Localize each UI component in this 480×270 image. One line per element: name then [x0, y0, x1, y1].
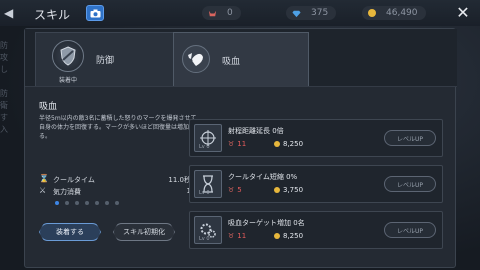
upgrade-cost-coin-value: 3,750	[283, 186, 304, 194]
upgrade-cost-helmet-value: 11	[237, 140, 247, 148]
blood-drain-icon	[188, 53, 203, 66]
stat-cooltime-label: クールタイム	[53, 176, 95, 184]
stat-cooltime: ⌛ クールタイム 11.0秒	[39, 174, 191, 184]
skill-name: 吸血	[39, 102, 58, 112]
reset-skill-button[interactable]: スキル初期化	[113, 223, 175, 241]
horned-helmet-icon	[208, 10, 217, 16]
hourglass-icon: ⌛	[39, 174, 49, 183]
upgrade-cost-coin: 8,250	[274, 140, 303, 148]
upgrade-level: Lv 0	[199, 144, 210, 150]
coin-icon	[274, 187, 280, 193]
upgrade-cost-helmet-value: 11	[237, 232, 247, 240]
skill-description: 半径5m以内の敵3名に蓄積した怒りのマークを爆発させて自身の体力を回復する。マー…	[39, 115, 197, 140]
upgrade-row: Lv 0 クールタイム短縮 0% ♉ 5 3,750 レベルUP	[189, 165, 443, 203]
upgrade-icon-box: Lv 0	[194, 216, 222, 244]
stat-cooltime-value: 11.0秒	[168, 176, 191, 184]
upgrade-cost-coin-value: 8,250	[283, 232, 304, 240]
pager-dot[interactable]	[95, 201, 99, 205]
equipped-status: 装着中	[58, 77, 77, 84]
pager-dot[interactable]	[85, 201, 89, 205]
close-icon[interactable]: ✕	[456, 5, 470, 21]
crossed-swords-icon: ⚔	[39, 186, 47, 195]
upgrade-cost-coin: 8,250	[274, 232, 303, 240]
pager-dot[interactable]	[115, 201, 119, 205]
tab-defense-label: 防御	[96, 56, 115, 66]
diamond-icon	[292, 10, 301, 17]
upgrade-level: Lv 0	[199, 190, 210, 196]
upgrade-cost-helmet: ♉ 11	[228, 140, 246, 148]
horned-helmet-icon: ♉	[228, 186, 235, 194]
upgrade-level: Lv 0	[199, 236, 210, 242]
upgrade-title: 射程距離延長 0倍	[228, 127, 284, 135]
tab-drain[interactable]: 吸血	[173, 32, 309, 86]
tab-drain-label: 吸血	[222, 57, 241, 67]
resource-diamond-value: 375	[311, 8, 329, 18]
pager-dot[interactable]	[75, 201, 79, 205]
camera-button[interactable]	[86, 5, 104, 21]
upgrade-title: クールタイム短縮 0%	[228, 173, 298, 181]
stat-energy-label: 気力消費	[53, 188, 81, 196]
upgrade-title: 吸血ターゲット増加 0名	[228, 219, 305, 227]
upgrade-row: Lv 0 射程距離延長 0倍 ♉ 11 8,250 レベルUP	[189, 119, 443, 157]
resource-coin-value: 46,490	[386, 8, 418, 18]
upgrade-row: Lv 0 吸血ターゲット増加 0名 ♉ 11 8,250 レベルUP	[189, 211, 443, 249]
upgrade-cost-helmet: ♉ 5	[228, 186, 242, 194]
shield-icon	[60, 46, 76, 66]
pager-dot[interactable]	[55, 201, 59, 205]
shield-badge	[52, 40, 84, 72]
top-bar: ◀ スキル 0 375 46,490 ✕	[0, 0, 480, 26]
pager-dot[interactable]	[105, 201, 109, 205]
upgrade-cost-coin: 3,750	[274, 186, 303, 194]
level-up-button[interactable]: レベルUP	[384, 222, 436, 238]
level-up-button[interactable]: レベルUP	[384, 130, 436, 146]
pager-dots	[55, 201, 119, 205]
equip-button[interactable]: 装着する	[39, 223, 101, 241]
window-title: スキル	[34, 8, 71, 22]
upgrade-cost-coin-value: 8,250	[283, 140, 304, 148]
level-up-button[interactable]: レベルUP	[384, 176, 436, 192]
stat-energy: ⚔ 気力消費 1	[39, 186, 191, 196]
tab-defense[interactable]: 装着中 防御	[35, 32, 175, 86]
upgrade-cost-helmet-value: 5	[237, 186, 242, 194]
back-arrow-icon[interactable]: ◀	[4, 7, 14, 19]
drain-badge	[182, 45, 210, 73]
coin-icon	[274, 141, 280, 147]
pager-dot[interactable]	[65, 201, 69, 205]
horned-helmet-icon: ♉	[228, 232, 235, 240]
horned-helmet-icon: ♉	[228, 140, 235, 148]
coin-icon	[274, 233, 280, 239]
upgrade-icon-box: Lv 0	[194, 170, 222, 198]
skill-panel: 装着中 防御 吸血 吸血 半径5m以内の敵3名に蓄積した怒りのマークを爆発させて…	[24, 28, 457, 268]
coin-icon	[368, 9, 376, 17]
tab-bar: 装着中 防御 吸血	[25, 29, 457, 87]
camera-icon	[90, 9, 100, 17]
upgrade-cost-helmet: ♉ 11	[228, 232, 246, 240]
upgrade-icon-box: Lv 0	[194, 124, 222, 152]
resource-helmet-value: 0	[227, 8, 233, 18]
resource-coin: 46,490	[362, 5, 446, 21]
background-text: 防 攻 し 防 衛 す 入	[0, 41, 8, 134]
